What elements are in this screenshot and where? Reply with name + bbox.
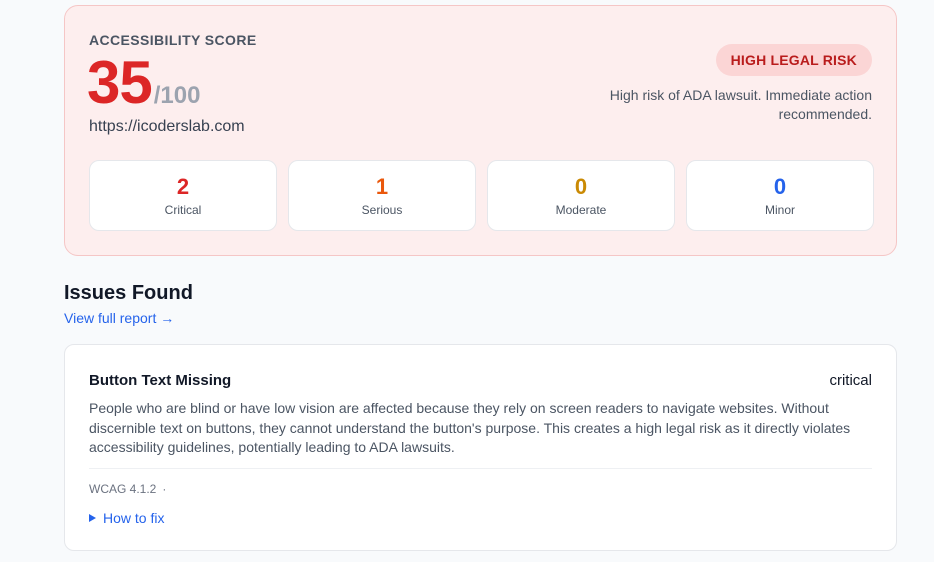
risk-badge: HIGH LEGAL RISK <box>715 44 872 76</box>
issues-heading: Issues Found <box>64 282 193 304</box>
score-value: 35 <box>87 49 153 116</box>
meta-separator: · <box>162 482 167 496</box>
site-url: https://icoderslab.com <box>89 118 245 135</box>
count-moderate-label: Moderate <box>555 203 607 217</box>
count-serious-label: Serious <box>361 203 403 217</box>
issue-divider <box>89 468 872 469</box>
count-serious-value: 1 <box>375 174 389 199</box>
score-max: /100 <box>153 82 201 109</box>
issue-title: Button Text Missing <box>89 372 232 389</box>
how-to-fix-label: How to fix <box>103 510 165 526</box>
wcag-reference: WCAG 4.1.2 <box>89 482 157 496</box>
count-minor-value: 0 <box>773 174 787 199</box>
score-row: 35 /100 <box>87 50 200 116</box>
severity-counts: 2 Critical 1 Serious 0 Moderate 0 Minor <box>89 160 874 231</box>
count-critical-label: Critical <box>164 203 202 217</box>
view-full-report-link[interactable]: View full report → <box>64 310 174 326</box>
count-moderate: 0 Moderate <box>487 160 675 231</box>
count-minor: 0 Minor <box>686 160 874 231</box>
issue-meta: WCAG 4.1.2 · <box>89 482 166 496</box>
count-moderate-value: 0 <box>574 174 588 199</box>
issue-card: Button Text Missing critical People who … <box>64 344 897 551</box>
issue-description: People who are blind or have low vision … <box>89 400 851 455</box>
count-serious: 1 Serious <box>288 160 476 231</box>
triangle-right-icon <box>89 514 96 522</box>
how-to-fix-toggle[interactable]: How to fix <box>89 510 164 526</box>
count-critical: 2 Critical <box>89 160 277 231</box>
risk-description: High risk of ADA lawsuit. Immediate acti… <box>609 87 872 122</box>
score-label: ACCESSIBILITY SCORE <box>89 32 257 48</box>
accessibility-score-card: ACCESSIBILITY SCORE 35 /100 https://icod… <box>64 5 897 256</box>
issue-severity: critical <box>829 372 872 389</box>
count-minor-label: Minor <box>764 203 795 217</box>
count-critical-value: 2 <box>176 174 190 199</box>
